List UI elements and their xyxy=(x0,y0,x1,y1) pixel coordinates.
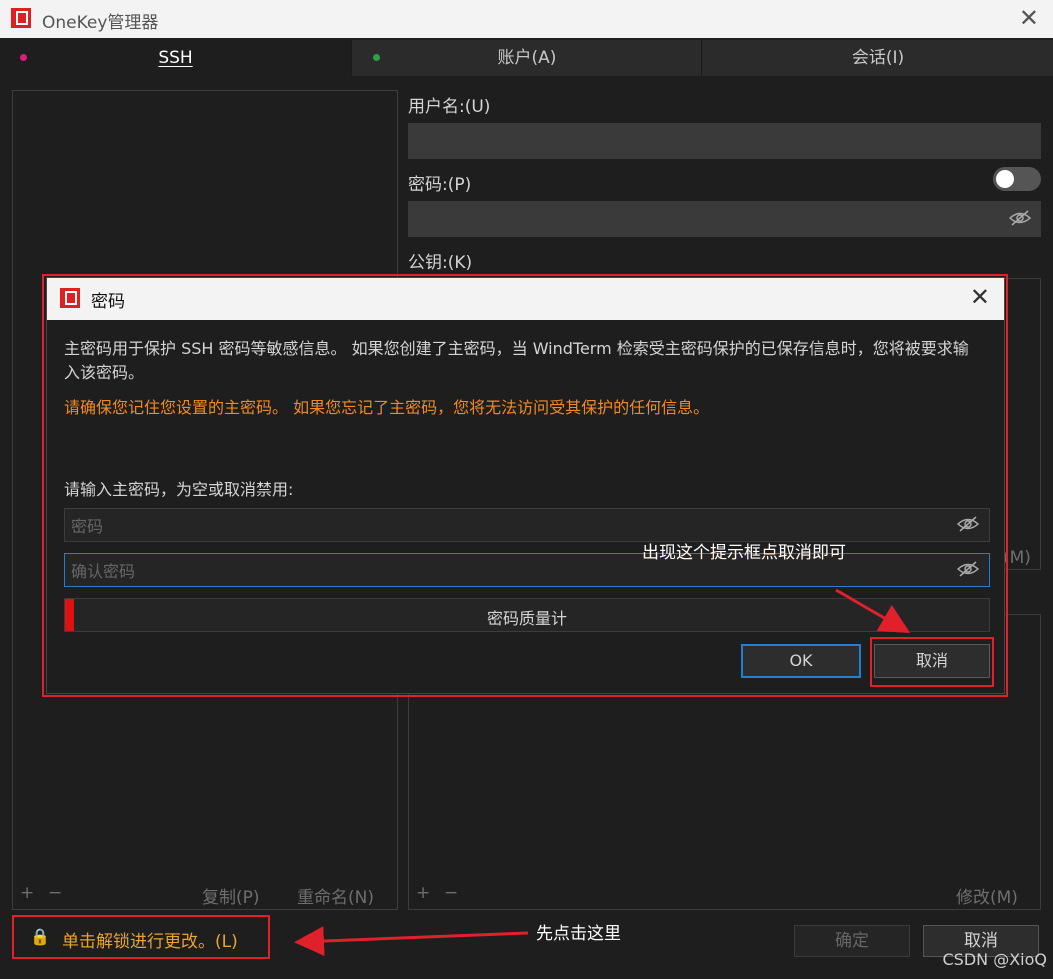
arrow-to-unlock xyxy=(294,926,529,957)
watermark: CSDN @XioQ xyxy=(942,950,1048,969)
arrow-to-cancel xyxy=(835,588,911,634)
annotation-arrows xyxy=(294,588,911,957)
